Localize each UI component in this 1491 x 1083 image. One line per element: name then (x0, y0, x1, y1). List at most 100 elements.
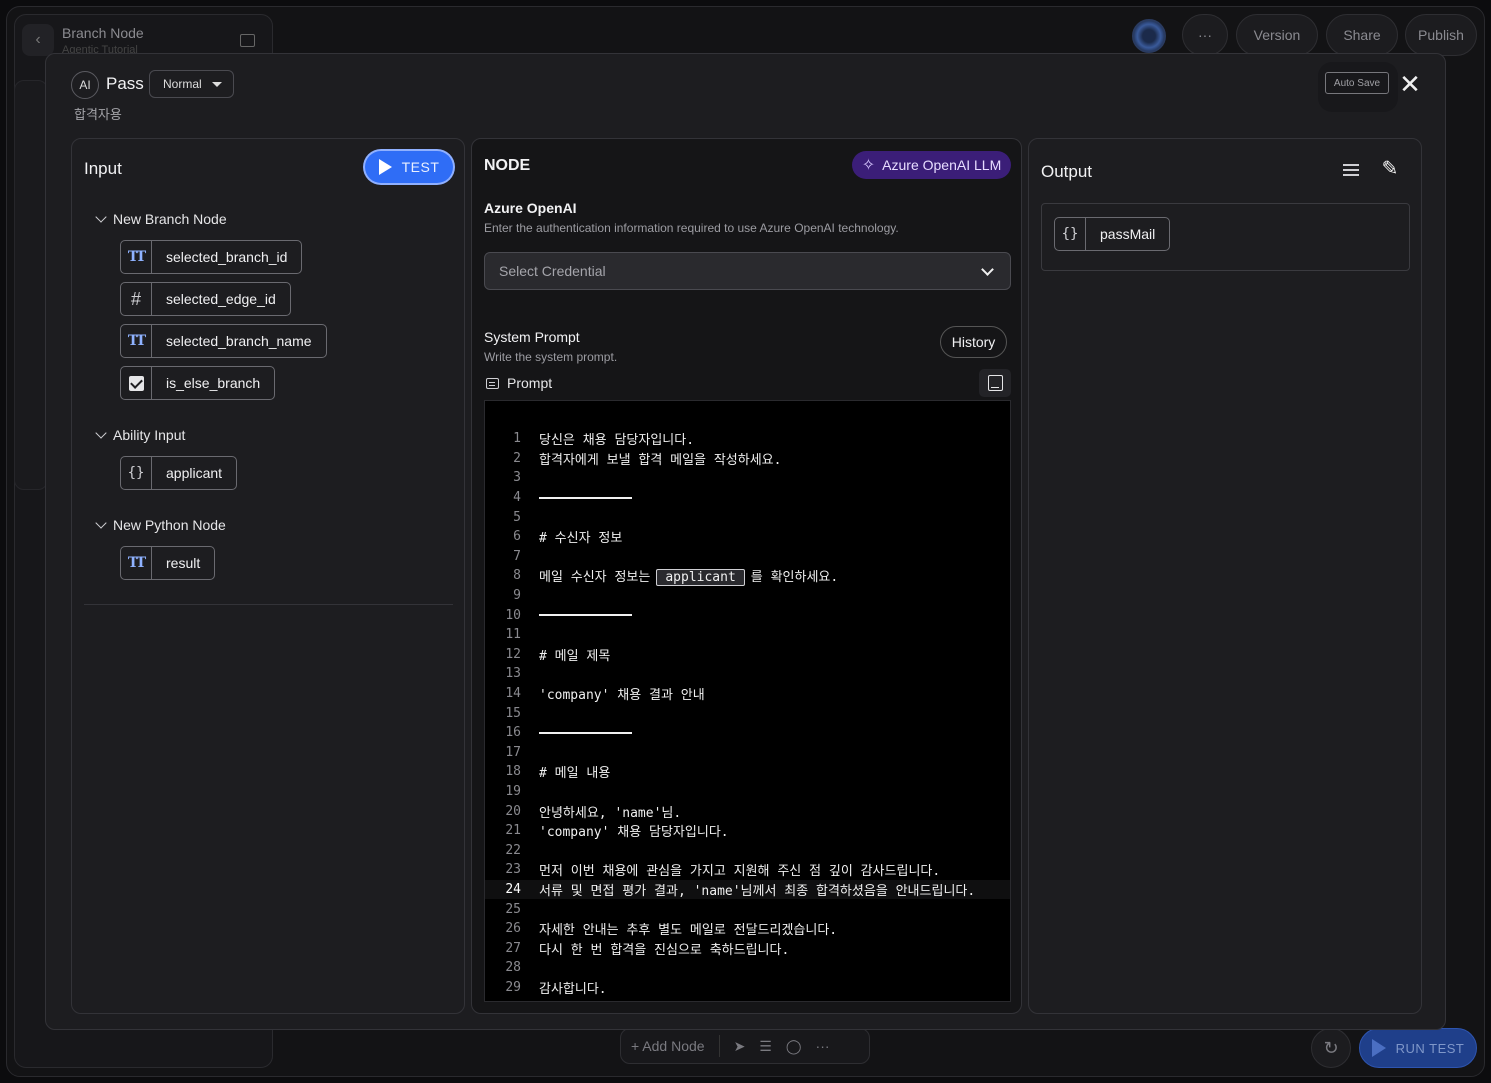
line-number: 24 (505, 881, 521, 897)
code-line[interactable]: 15 (485, 703, 1010, 723)
expand-editor-button[interactable] (979, 369, 1011, 397)
code-line[interactable]: 7 (485, 547, 1010, 567)
line-text: 합격자에게 보낼 합격 메일을 작성하세요. (539, 452, 782, 468)
pointer-icon[interactable]: ➤ (734, 1038, 746, 1055)
code-line[interactable]: 29 감사합니다. (485, 978, 1010, 998)
history-button[interactable]: History (940, 326, 1007, 358)
code-line[interactable]: 14 'company' 채용 결과 안내 (485, 684, 1010, 704)
comment-icon[interactable]: ◯ (786, 1038, 802, 1055)
line-text: 자세한 안내는 추후 별도 메일로 전달드리겠습니다. (539, 923, 838, 939)
add-node-button[interactable]: + Add Node (631, 1038, 705, 1054)
code-line[interactable]: 30 (485, 997, 1010, 1001)
code-line[interactable]: 22 (485, 840, 1010, 860)
code-line[interactable]: 9 (485, 586, 1010, 606)
chip-label: selected_branch_id (166, 249, 288, 265)
code-line[interactable]: 12 # 메일 제목 (485, 645, 1010, 665)
share-button[interactable]: Share (1326, 14, 1398, 56)
play-icon (378, 159, 392, 175)
back-button[interactable]: ‹ (22, 24, 54, 56)
text-type-icon: TT (121, 241, 152, 273)
test-button[interactable]: TEST (365, 151, 453, 183)
note-icon[interactable]: ☰ (759, 1038, 772, 1055)
line-number: 2 (513, 450, 521, 466)
auto-save-button[interactable]: Auto Save (1325, 72, 1389, 94)
code-line[interactable]: 18 # 메일 내용 (485, 762, 1010, 782)
credential-select[interactable]: Select Credential (484, 252, 1011, 290)
code-line[interactable]: 6 # 수신자 정보 (485, 527, 1010, 547)
code-line[interactable]: 20 안녕하세요, 'name'님. (485, 801, 1010, 821)
line-number: 9 (513, 588, 521, 604)
node-name[interactable]: Pass (106, 74, 144, 94)
line-number: 6 (513, 529, 521, 545)
line-number: 4 (513, 490, 521, 506)
mode-select[interactable]: Normal (149, 70, 234, 98)
variable-chip[interactable]: applicant (656, 568, 745, 586)
output-panel-title: Output (1041, 162, 1093, 181)
toolbar-divider (718, 1035, 720, 1057)
refresh-button[interactable]: ↻ (1311, 1028, 1351, 1068)
code-line[interactable]: 11 (485, 625, 1010, 645)
line-number: 3 (513, 470, 521, 486)
sidebar-toggle-icon[interactable] (240, 34, 255, 47)
code-line[interactable]: 1 당신은 채용 담당자입니다. (485, 429, 1010, 449)
code-line[interactable]: 24 서류 및 면접 평가 결과, 'name'님께서 최종 합격하셨음을 안내드… (485, 879, 1010, 900)
chip-label: result (166, 555, 201, 571)
node-description[interactable]: 합격자용 (74, 104, 122, 123)
code-line[interactable]: 25 (485, 899, 1010, 919)
text-type-icon: TT (121, 325, 152, 357)
input-variable-chip[interactable]: TT selected_branch_name (120, 324, 327, 358)
output-variable-chip[interactable]: {} passMail (1054, 217, 1171, 251)
prompt-label-row: Prompt (486, 375, 552, 391)
line-number: 7 (513, 548, 521, 564)
code-line[interactable]: 21 'company' 채용 담당자입니다. (485, 821, 1010, 841)
checkbox-icon (121, 367, 152, 399)
chevron-left-icon: ‹ (35, 31, 41, 48)
chevron-down-icon (95, 211, 107, 223)
code-line[interactable]: 23 먼저 이번 채용에 관심을 가지고 지원해 주신 점 깊이 감사드립니다. (485, 860, 1010, 880)
publish-button[interactable]: Publish (1405, 14, 1477, 56)
input-variable-chip[interactable]: # selected_edge_id (120, 282, 291, 316)
code-line[interactable]: 27 다시 한 번 합격을 진심으로 축하드립니다. (485, 938, 1010, 958)
code-line[interactable]: 10 (485, 605, 1010, 625)
refresh-icon: ↻ (1323, 1037, 1339, 1058)
line-text (521, 608, 632, 623)
code-line[interactable]: 26 자세한 안내는 추후 별도 메일로 전달드리겠습니다. (485, 919, 1010, 939)
canvas-toolbar: + Add Node ➤ ☰ ◯ ··· (620, 1028, 870, 1064)
group-new-python-node[interactable]: New Python Node (95, 517, 226, 533)
llm-badge[interactable]: ✧ Azure OpenAI LLM (852, 151, 1011, 179)
line-number: 17 (505, 744, 521, 760)
line-number: 27 (505, 940, 521, 956)
avatar[interactable] (1132, 19, 1166, 53)
input-variable-chip[interactable]: TT result (120, 546, 216, 580)
menu-icon[interactable] (1343, 164, 1359, 176)
close-icon[interactable]: ✕ (1399, 71, 1421, 97)
code-line[interactable]: 2 합격자에게 보낼 합격 메일을 작성하세요. (485, 449, 1010, 469)
code-line[interactable]: 17 (485, 743, 1010, 763)
code-line[interactable]: 16 (485, 723, 1010, 743)
chevron-down-icon (95, 427, 107, 439)
version-button[interactable]: Version (1236, 14, 1318, 56)
group-new-branch-node[interactable]: New Branch Node (95, 211, 227, 227)
code-line[interactable]: 5 (485, 507, 1010, 527)
input-variable-chip[interactable]: is_else_branch (120, 366, 276, 400)
line-number: 13 (505, 666, 521, 682)
line-number: 22 (505, 842, 521, 858)
input-variable-chip[interactable]: TT selected_branch_id (120, 240, 303, 274)
text-type-icon: TT (121, 547, 152, 579)
line-number: 20 (505, 803, 521, 819)
expand-icon (987, 375, 1003, 391)
more-icon[interactable]: ··· (816, 1038, 830, 1054)
code-line[interactable]: 19 (485, 782, 1010, 802)
code-line[interactable]: 3 (485, 468, 1010, 488)
pencil-icon[interactable]: ✎ (1379, 158, 1401, 180)
code-line[interactable]: 8 메일 수신자 정보는 applicant 를 확인하세요. (485, 566, 1010, 586)
code-line[interactable]: 28 (485, 958, 1010, 978)
group-ability-input[interactable]: Ability Input (95, 427, 185, 443)
code-line[interactable]: 13 (485, 664, 1010, 684)
code-line[interactable]: 4 (485, 488, 1010, 508)
line-number: 16 (505, 725, 521, 741)
run-test-button[interactable]: RUN TEST (1359, 1028, 1477, 1068)
more-button[interactable]: ··· (1182, 14, 1228, 56)
input-variable-chip[interactable]: {} applicant (120, 456, 238, 490)
prompt-editor[interactable]: 1 당신은 채용 담당자입니다. 2 합격자에게 보낼 합격 메일을 작성하세요. 3 4… (484, 400, 1011, 1002)
